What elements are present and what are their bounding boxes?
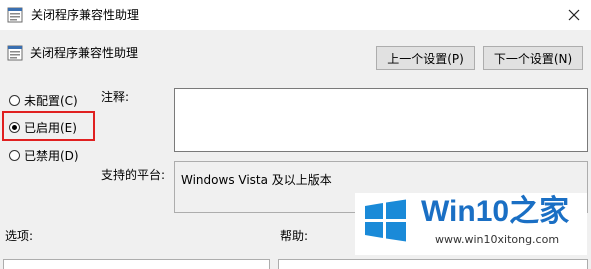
setting-icon bbox=[7, 45, 23, 61]
next-setting-button[interactable]: 下一个设置(N) bbox=[483, 46, 583, 70]
setting-title: 关闭程序兼容性助理 bbox=[30, 46, 139, 60]
options-label: 选项: bbox=[5, 229, 34, 243]
windows-logo-icon bbox=[363, 198, 408, 243]
comment-label: 注释: bbox=[101, 90, 130, 104]
watermark-url: www.win10xitong.com bbox=[435, 233, 560, 246]
radio-label-not-configured: 未配置(C) bbox=[24, 93, 78, 108]
highlight-annotation-box bbox=[2, 111, 95, 141]
radio-not-configured[interactable]: 未配置(C) bbox=[9, 92, 78, 108]
title-bar: 关闭程序兼容性助理 bbox=[0, 0, 591, 30]
close-icon[interactable] bbox=[556, 0, 591, 30]
radio-disabled[interactable]: 已禁用(D) bbox=[9, 147, 79, 163]
watermark-title: Win10之家 bbox=[421, 195, 570, 228]
help-label: 帮助: bbox=[280, 229, 309, 243]
radio-button[interactable] bbox=[9, 149, 20, 161]
window-title: 关闭程序兼容性助理 bbox=[31, 8, 140, 22]
previous-setting-button[interactable]: 上一个设置(P) bbox=[376, 46, 475, 70]
watermark: Win10之家 www.win10xitong.com bbox=[355, 193, 587, 255]
radio-label-disabled: 已禁用(D) bbox=[24, 148, 79, 163]
radio-button[interactable] bbox=[9, 94, 20, 106]
help-panel bbox=[278, 259, 588, 269]
options-panel bbox=[3, 259, 270, 269]
policy-setting-icon bbox=[7, 7, 23, 23]
supported-platform-label: 支持的平台: bbox=[101, 168, 166, 182]
comment-textarea[interactable] bbox=[174, 88, 588, 152]
